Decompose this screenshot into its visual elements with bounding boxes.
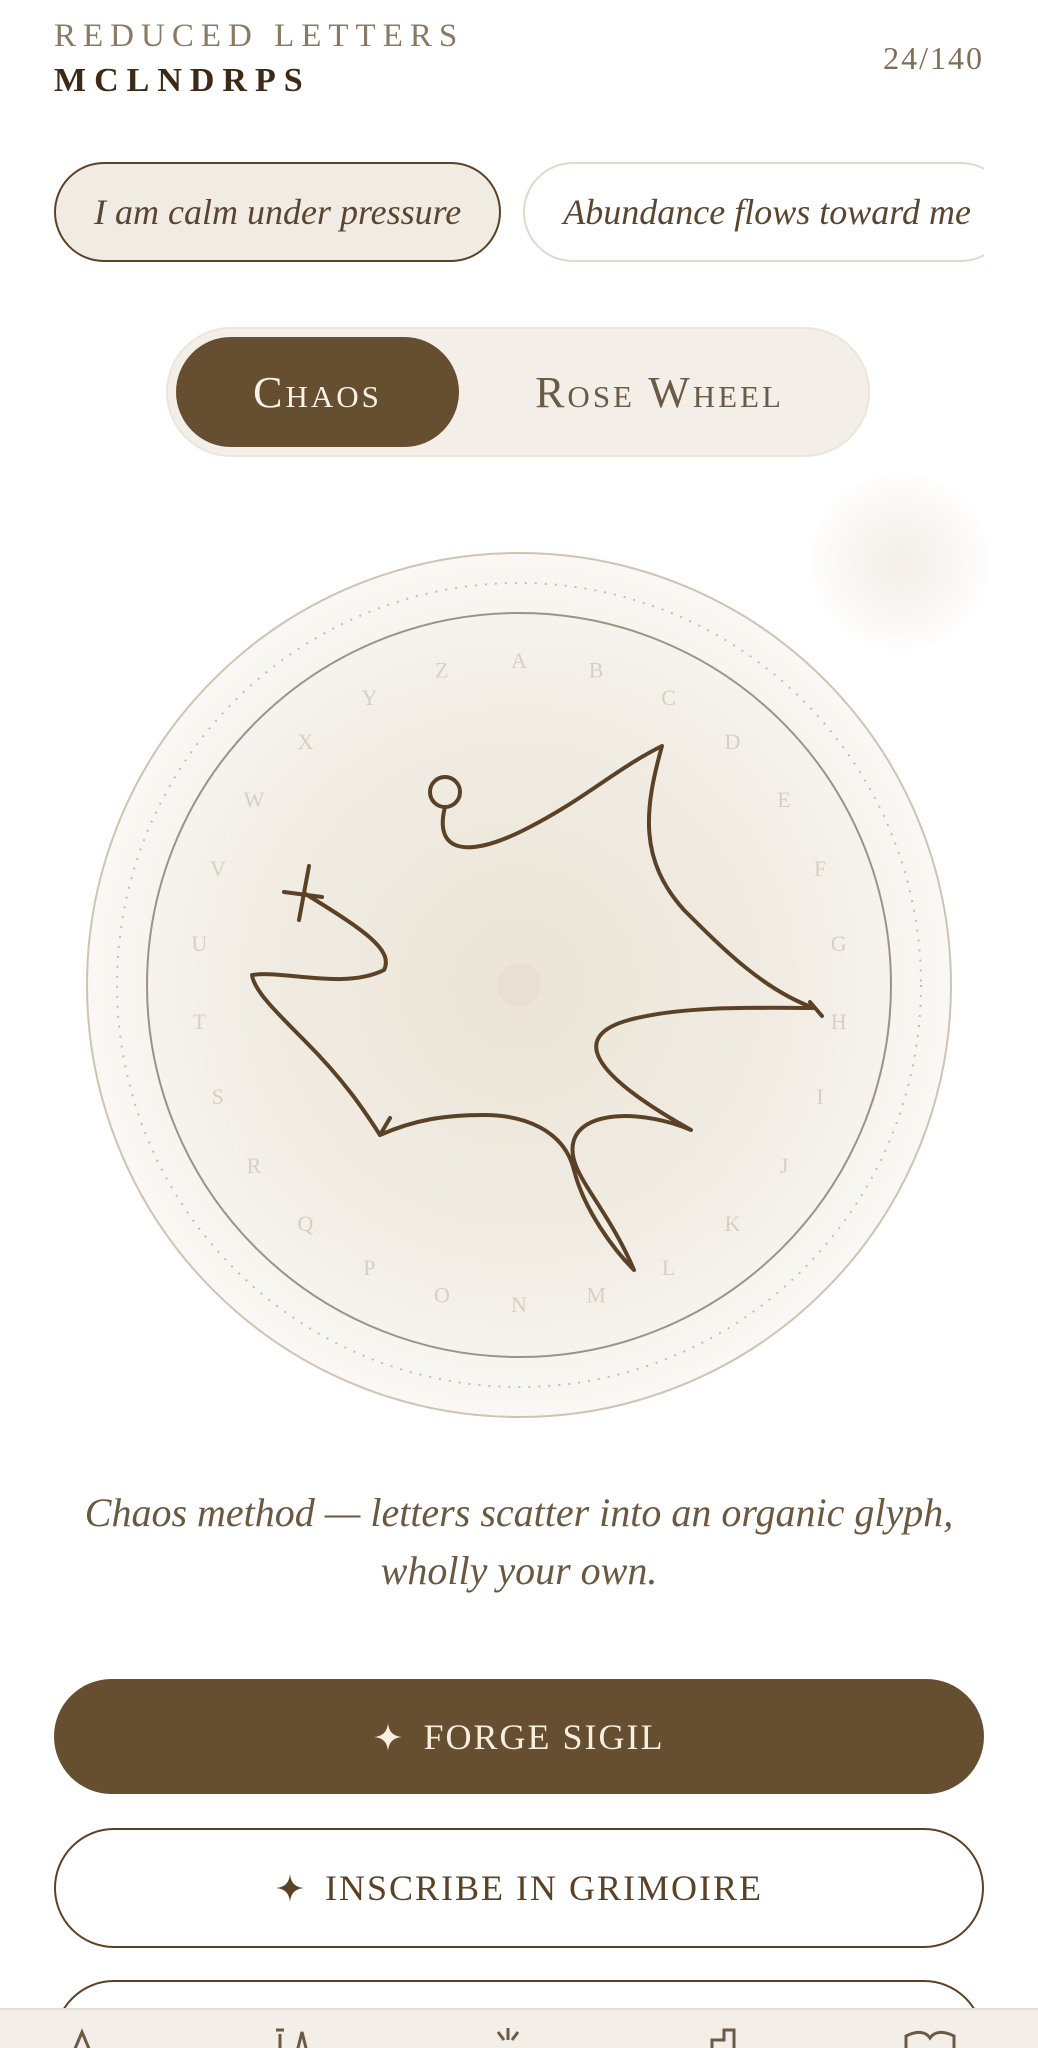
wheel-letter-h: H [831, 1009, 847, 1034]
sun-icon[interactable] [478, 2018, 538, 2048]
wheel-letter-f: F [814, 856, 826, 881]
wheel-letter-r: R [247, 1153, 262, 1178]
wheel-letter-b: B [589, 657, 604, 682]
intention-counter: 24/140 [883, 40, 984, 76]
wheel-letter-j: J [780, 1153, 789, 1178]
wheel-letter-d: D [725, 729, 741, 754]
bottom-tab-bar [0, 2008, 1038, 2048]
wheel-letter-a: A [511, 648, 527, 673]
method-caption: Chaos method — letters scatter into an o… [84, 1490, 954, 1593]
wheel-letter-y: Y [361, 685, 377, 710]
wheel-letter-e: E [777, 787, 790, 812]
inscribe-grimoire-label: INSCRIBE IN GRIMOIRE [324, 1868, 763, 1908]
forge-sigil-label: FORGE SIGIL [423, 1716, 665, 1757]
sparkle-icon [275, 1874, 304, 1902]
sigil-canvas: A B C D E F G H I J K L M N O P Q R S T U V W X Y Z [86, 552, 952, 1418]
reduced-letters-title: MCLNDRPS [54, 62, 311, 99]
candles-icon[interactable] [264, 2018, 324, 2048]
wheel-center-mark [497, 963, 541, 1007]
wheel-letter-c: C [661, 685, 676, 710]
wheel-letter-l: L [662, 1255, 675, 1280]
intention-chip-row[interactable]: I am calm under pressure Abundance flows… [54, 162, 984, 266]
wheel-letter-u: U [191, 931, 207, 956]
inscribe-grimoire-button[interactable]: INSCRIBE IN GRIMOIRE [54, 1828, 984, 1948]
method-option-chaos[interactable]: Chaos [176, 337, 459, 447]
method-option-rose-wheel[interactable]: Rose Wheel [459, 337, 860, 447]
wheel-letter-p: P [363, 1255, 375, 1280]
altar-icon[interactable] [52, 2018, 112, 2048]
wheel-letter-s: S [212, 1084, 224, 1109]
header-kicker: REDUCED LETTERS [54, 18, 465, 54]
intention-chip-active[interactable]: I am calm under pressure [54, 162, 502, 262]
wheel-letter-z: Z [435, 657, 448, 682]
wheel-letter-i: I [816, 1084, 823, 1109]
sigil-wheel: A B C D E F G H I J K L M N O P Q R S T U V W X Y Z [84, 550, 954, 1420]
wheel-letter-g: G [831, 931, 847, 956]
wheel-letter-m: M [586, 1283, 606, 1308]
wheel-letter-k: K [725, 1211, 741, 1236]
wheel-letter-x: X [298, 729, 314, 754]
forge-sigil-button[interactable]: FORGE SIGIL [54, 1679, 984, 1794]
book-icon[interactable] [900, 2018, 960, 2048]
wheel-letter-q: Q [298, 1211, 314, 1236]
wheel-letter-n: N [511, 1292, 527, 1317]
wheel-letter-v: V [210, 856, 226, 881]
wheel-letter-t: T [193, 1009, 207, 1034]
wheel-letter-o: O [434, 1283, 450, 1308]
chapel-icon[interactable] [694, 2018, 754, 2048]
intention-chip[interactable]: Abundance flows toward me [523, 162, 984, 262]
sparkle-icon [374, 1722, 403, 1751]
method-toggle: Chaos Rose Wheel [166, 327, 870, 457]
wheel-letter-w: W [244, 787, 265, 812]
